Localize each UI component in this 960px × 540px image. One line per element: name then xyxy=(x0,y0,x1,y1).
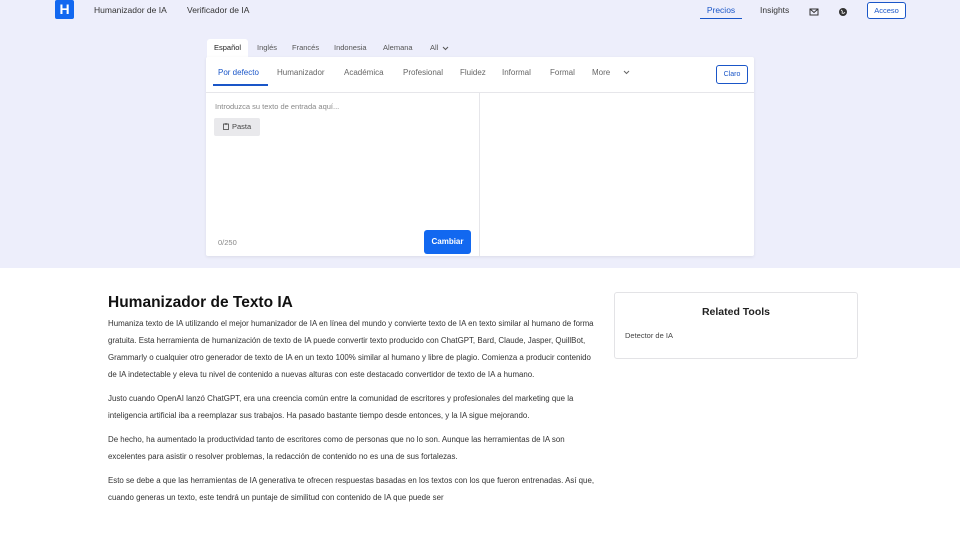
lang-tab-all[interactable]: All xyxy=(430,39,449,59)
lang-tab-all-label: All xyxy=(430,43,439,52)
mode-tab-fluency[interactable]: Fluidez xyxy=(460,68,486,77)
article-paragraph: Humaniza texto de IA utilizando el mejor… xyxy=(108,319,594,379)
input-textarea[interactable]: Introduzca su texto de entrada aquí... xyxy=(215,102,339,111)
top-nav: H Humanizador de IA Verificador de IA Pr… xyxy=(0,0,960,22)
lang-tab-english[interactable]: Inglés xyxy=(257,39,277,59)
clear-button[interactable]: Claro xyxy=(716,65,748,84)
lang-tab-indonesian[interactable]: Indonesia xyxy=(334,39,367,59)
active-tab-indicator xyxy=(213,84,268,86)
mode-tab-humanizer[interactable]: Humanizador xyxy=(277,68,325,77)
related-tools-panel: Related Tools Detector de IA xyxy=(614,292,858,359)
page-title: Humanizador de Texto IA xyxy=(108,294,293,311)
lang-tab-french[interactable]: Francés xyxy=(292,39,319,59)
related-tool-link[interactable]: Detector de IA xyxy=(625,331,673,340)
lang-tab-spanish[interactable]: Español xyxy=(207,39,249,59)
humanizer-card: Por defecto Humanizador Académica Profes… xyxy=(206,57,754,256)
mode-tab-default[interactable]: Por defecto xyxy=(218,68,259,77)
related-tools-title: Related Tools xyxy=(701,306,771,318)
mode-tab-formal[interactable]: Formal xyxy=(550,68,575,77)
submit-button[interactable]: Cambiar xyxy=(424,230,471,254)
mode-tab-more-label: More xyxy=(592,68,611,77)
mode-tab-more[interactable]: More xyxy=(592,68,630,77)
article-paragraph: De hecho, ha aumentado la productividad … xyxy=(108,435,565,461)
clipboard-icon xyxy=(222,123,229,130)
nav-link-insights[interactable]: Insights xyxy=(760,5,789,15)
chevron-down-icon xyxy=(624,71,630,75)
mail-icon[interactable] xyxy=(809,4,819,16)
lang-tab-german[interactable]: Alemana xyxy=(383,39,413,59)
card-divider xyxy=(206,92,754,93)
nav-link-humanizer[interactable]: Humanizador de IA xyxy=(94,5,167,15)
paste-label: Pasta xyxy=(231,122,252,131)
nav-link-ai-checker[interactable]: Verificador de IA xyxy=(187,5,249,15)
nav-link-pricing[interactable]: Precios xyxy=(700,2,742,19)
chevron-down-icon xyxy=(443,46,449,50)
mode-tab-academic[interactable]: Académica xyxy=(344,68,384,77)
logo[interactable]: H xyxy=(55,0,74,19)
mode-tab-professional[interactable]: Profesional xyxy=(403,68,443,77)
panel-divider xyxy=(479,92,480,256)
paste-button[interactable]: Pasta xyxy=(214,118,260,136)
article-paragraph: Esto se debe a que las herramientas de I… xyxy=(108,476,595,502)
article-paragraph: Justo cuando OpenAI lanzó ChatGPT, era u… xyxy=(108,394,574,420)
mode-tab-informal[interactable]: Informal xyxy=(502,68,531,77)
access-button[interactable]: Acceso xyxy=(867,2,906,19)
article: Humanizador de Texto IA Humaniza texto d… xyxy=(108,294,598,513)
character-counter: 0/250 xyxy=(218,238,237,247)
globe-icon[interactable] xyxy=(838,4,848,16)
